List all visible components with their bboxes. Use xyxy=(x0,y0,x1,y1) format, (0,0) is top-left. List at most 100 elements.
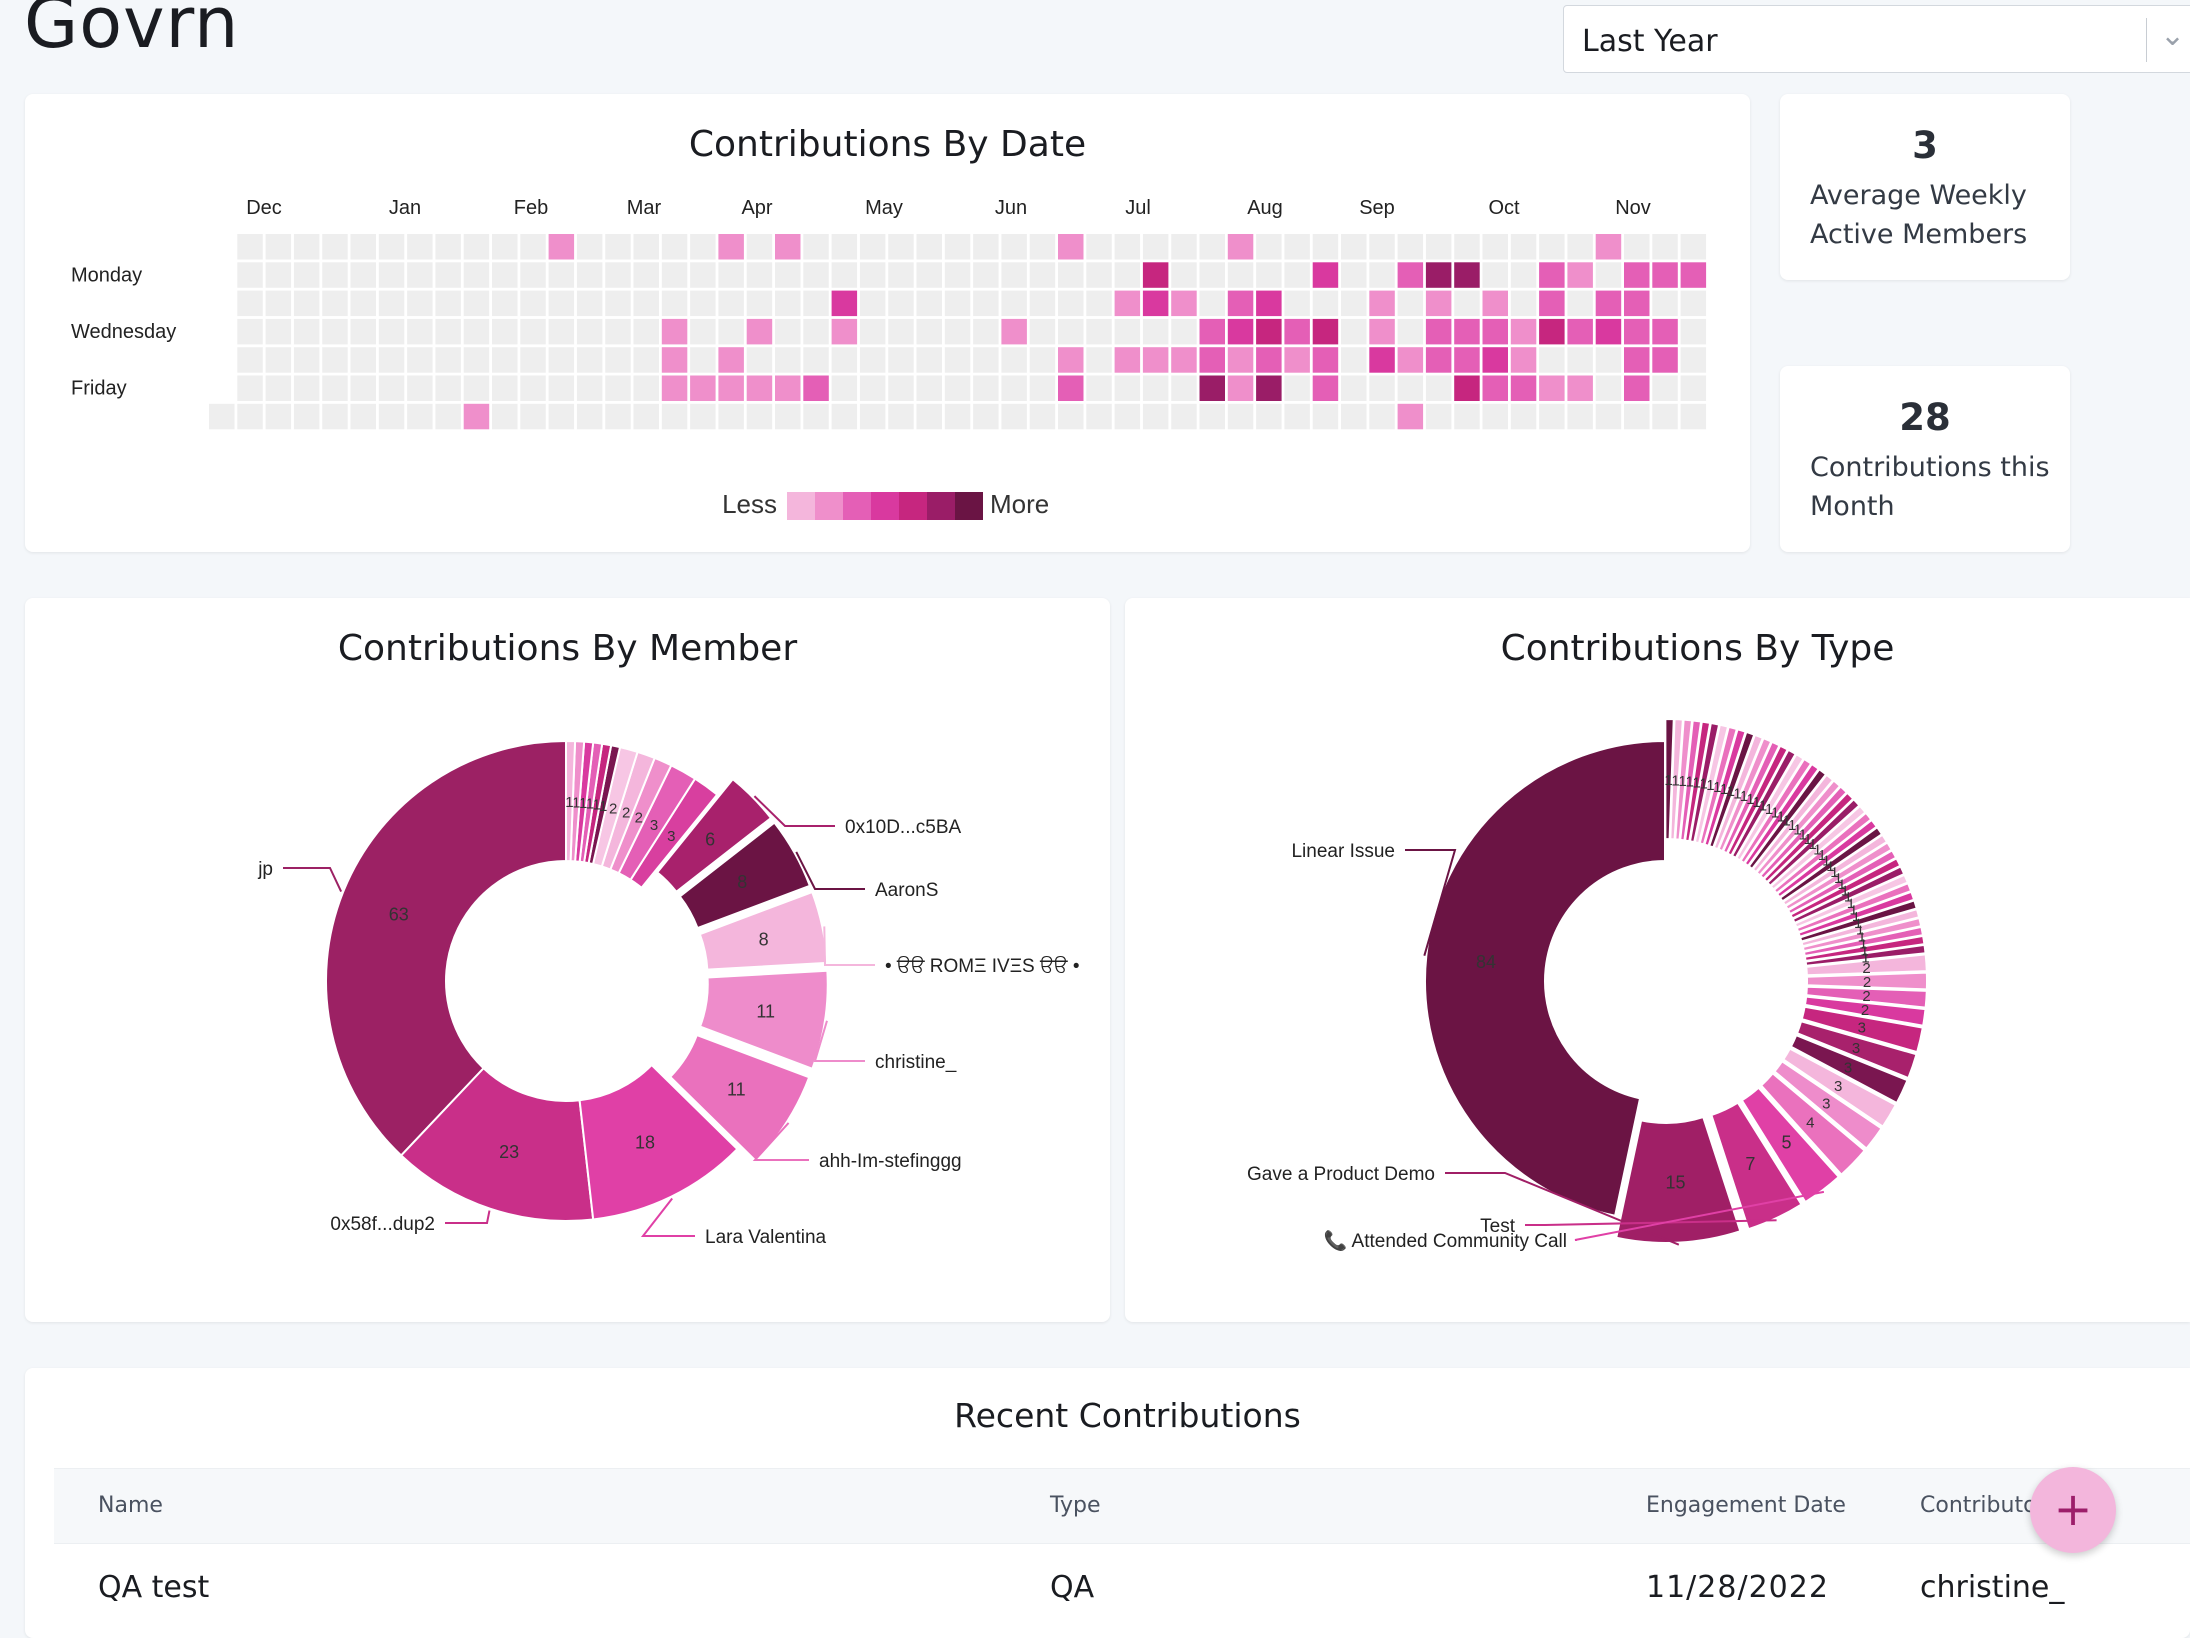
heatmap-cell[interactable] xyxy=(605,403,631,430)
heatmap-cell[interactable] xyxy=(1284,290,1310,317)
heatmap-cell[interactable] xyxy=(916,234,943,260)
heatmap-cell[interactable] xyxy=(1142,318,1169,345)
heatmap-cell[interactable] xyxy=(492,347,518,373)
heatmap-cell[interactable] xyxy=(1256,318,1282,345)
heatmap-cell[interactable] xyxy=(1142,234,1169,260)
heatmap-cell[interactable] xyxy=(718,290,744,317)
donut-slice[interactable] xyxy=(325,739,567,1157)
heatmap-cell[interactable] xyxy=(690,234,716,260)
heatmap-cell[interactable] xyxy=(1397,403,1424,430)
heatmap-cell[interactable] xyxy=(1312,262,1339,288)
heatmap-cell[interactable] xyxy=(1284,234,1310,260)
heatmap-cell[interactable] xyxy=(463,262,490,288)
heatmap-cell[interactable] xyxy=(1482,234,1509,260)
heatmap-cell[interactable] xyxy=(265,403,292,430)
heatmap-cell[interactable] xyxy=(1114,262,1141,288)
heatmap-cell[interactable] xyxy=(350,234,377,260)
heatmap-cell[interactable] xyxy=(1171,290,1197,317)
heatmap-cell[interactable] xyxy=(576,262,603,288)
heatmap-cell[interactable] xyxy=(1114,375,1141,402)
heatmap-cell[interactable] xyxy=(1680,375,1707,402)
heatmap-cell[interactable] xyxy=(1454,262,1480,288)
heatmap-cell[interactable] xyxy=(718,318,744,345)
heatmap-cell[interactable] xyxy=(1539,290,1565,317)
heatmap-cell[interactable] xyxy=(1567,234,1593,260)
heatmap-cell[interactable] xyxy=(350,347,377,373)
heatmap-cell[interactable] xyxy=(888,403,914,430)
heatmap-cell[interactable] xyxy=(775,347,801,373)
heatmap-cell[interactable] xyxy=(859,234,886,260)
heatmap-cell[interactable] xyxy=(605,318,631,345)
heatmap-cell[interactable] xyxy=(1510,234,1537,260)
heatmap-cell[interactable] xyxy=(633,234,660,260)
heatmap-cell[interactable] xyxy=(1341,290,1367,317)
heatmap-cell[interactable] xyxy=(378,375,405,402)
heatmap-cell[interactable] xyxy=(1567,262,1593,288)
heatmap-cell[interactable] xyxy=(633,290,660,317)
heatmap-cell[interactable] xyxy=(209,403,235,430)
heatmap-cell[interactable] xyxy=(265,375,292,402)
heatmap-cell[interactable] xyxy=(888,262,914,288)
heatmap-cell[interactable] xyxy=(520,347,546,373)
heatmap-cell[interactable] xyxy=(690,403,716,430)
heatmap-cell[interactable] xyxy=(463,318,490,345)
heatmap-cell[interactable] xyxy=(718,234,744,260)
heatmap-cell[interactable] xyxy=(1425,347,1452,373)
heatmap-cell[interactable] xyxy=(293,234,320,260)
heatmap-cell[interactable] xyxy=(944,290,971,317)
heatmap-cell[interactable] xyxy=(237,347,263,373)
heatmap-cell[interactable] xyxy=(1425,403,1452,430)
heatmap-cell[interactable] xyxy=(293,290,320,317)
chevron-down-icon[interactable]: ⌄ xyxy=(2160,18,2185,53)
heatmap-cell[interactable] xyxy=(803,234,829,260)
heatmap-cell[interactable] xyxy=(775,318,801,345)
heatmap-cell[interactable] xyxy=(492,290,518,317)
heatmap-cell[interactable] xyxy=(944,234,971,260)
heatmap-cell[interactable] xyxy=(1171,403,1197,430)
heatmap-cell[interactable] xyxy=(576,403,603,430)
heatmap-cell[interactable] xyxy=(1341,262,1367,288)
heatmap-cell[interactable] xyxy=(407,347,433,373)
heatmap-cell[interactable] xyxy=(803,347,829,373)
heatmap-cell[interactable] xyxy=(944,347,971,373)
heatmap-cell[interactable] xyxy=(916,375,943,402)
heatmap-cell[interactable] xyxy=(407,375,433,402)
heatmap-cell[interactable] xyxy=(859,403,886,430)
heatmap-cell[interactable] xyxy=(378,290,405,317)
heatmap-cell[interactable] xyxy=(1227,347,1254,373)
heatmap-cell[interactable] xyxy=(944,262,971,288)
heatmap-cell[interactable] xyxy=(1397,290,1424,317)
heatmap-cell[interactable] xyxy=(944,375,971,402)
heatmap-cell[interactable] xyxy=(322,375,348,402)
heatmap-cell[interactable] xyxy=(605,347,631,373)
heatmap-cell[interactable] xyxy=(1567,290,1593,317)
heatmap-cell[interactable] xyxy=(1624,318,1650,345)
heatmap-cell[interactable] xyxy=(1454,234,1480,260)
heatmap-cell[interactable] xyxy=(1425,234,1452,260)
heatmap-cell[interactable] xyxy=(661,262,688,288)
heatmap-cell[interactable] xyxy=(1454,347,1480,373)
heatmap-cell[interactable] xyxy=(973,234,999,260)
heatmap-cell[interactable] xyxy=(690,347,716,373)
heatmap-cell[interactable] xyxy=(265,347,292,373)
heatmap-cell[interactable] xyxy=(1142,375,1169,402)
heatmap-cell[interactable] xyxy=(1312,347,1339,373)
heatmap-cell[interactable] xyxy=(1567,403,1593,430)
heatmap-cell[interactable] xyxy=(1114,347,1141,373)
column-header-type[interactable]: Type xyxy=(1050,1469,1101,1543)
heatmap-cell[interactable] xyxy=(1199,347,1226,373)
heatmap-cell[interactable] xyxy=(492,234,518,260)
heatmap-cell[interactable] xyxy=(1454,403,1480,430)
heatmap-cell[interactable] xyxy=(350,262,377,288)
heatmap-cell[interactable] xyxy=(944,318,971,345)
heatmap-cell[interactable] xyxy=(293,318,320,345)
heatmap-cell[interactable] xyxy=(661,318,688,345)
heatmap-cell[interactable] xyxy=(888,318,914,345)
heatmap-cell[interactable] xyxy=(1369,403,1395,430)
heatmap-cell[interactable] xyxy=(916,347,943,373)
heatmap-cell[interactable] xyxy=(463,375,490,402)
heatmap-cell[interactable] xyxy=(661,375,688,402)
heatmap-cell[interactable] xyxy=(746,318,773,345)
heatmap-cell[interactable] xyxy=(1652,318,1678,345)
heatmap-cell[interactable] xyxy=(1312,375,1339,402)
